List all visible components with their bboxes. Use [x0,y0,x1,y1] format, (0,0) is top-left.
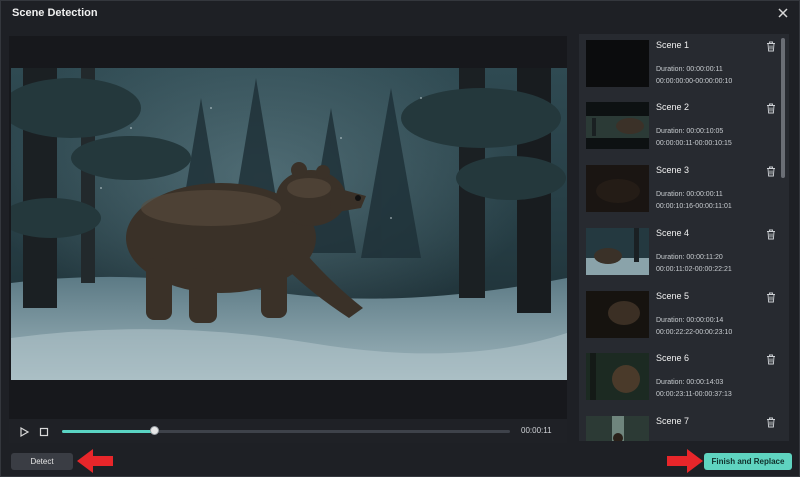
scene-range: 00:00:00:11-00:00:10:15 [656,140,732,147]
scene-duration: Duration: 00:00:11:20 [656,254,723,261]
current-timecode: 00:00:11 [521,426,552,435]
title-bar: Scene Detection [1,1,799,27]
progress-knob[interactable] [149,426,159,435]
scene-item[interactable]: Scene 2 Duration: 00:00:10:05 00:00:00:1… [579,96,779,158]
scene-thumbnail [586,40,649,87]
scene-name: Scene 2 [656,102,690,112]
scene-name: Scene 1 [656,40,690,50]
scene-duration: Duration: 00:00:00:14 [656,317,724,324]
red-arrow-icon [77,449,113,473]
close-icon[interactable] [776,6,790,20]
scene-thumbnail [586,353,649,400]
scene-thumbnail [586,165,649,212]
scene-list: Scene 1 Duration: 00:00:00:11 00:00:00:0… [579,34,789,441]
scene-name: Scene 7 [656,416,690,426]
scene-thumbnail [586,102,649,149]
scene-range: 00:00:22:22-00:00:23:10 [656,329,733,336]
scene-name: Scene 4 [656,228,690,238]
scene-duration: Duration: 00:00:14:03 [656,379,724,386]
scene-thumbnail [586,228,649,275]
detect-button[interactable]: Detect [11,453,73,470]
dialog-title: Scene Detection [12,7,98,19]
scene-thumbnail [586,291,649,338]
scene-detection-dialog: Scene Detection 00:00:11 Scene 1 Duratio… [0,0,800,477]
trash-icon[interactable] [766,415,776,428]
play-icon[interactable] [18,425,30,438]
trash-icon[interactable] [766,39,776,52]
trash-icon[interactable] [766,101,776,114]
scene-item[interactable]: Scene 4 Duration: 00:00:11:20 00:00:11:0… [579,222,779,284]
trash-icon[interactable] [766,352,776,365]
trash-icon[interactable] [766,164,776,177]
video-preview [11,68,567,380]
stop-icon[interactable] [38,425,50,437]
playback-progress-bar[interactable] [62,426,510,435]
trash-icon[interactable] [766,290,776,303]
scene-duration: Duration: 00:00:10:05 [656,128,724,135]
scene-item[interactable]: Scene 7 [579,410,779,441]
scene-item[interactable]: Scene 5 Duration: 00:00:00:14 00:00:22:2… [579,285,779,347]
scene-duration: Duration: 00:00:00:11 [656,191,723,198]
scene-item[interactable]: Scene 6 Duration: 00:00:14:03 00:00:23:1… [579,347,779,409]
scene-name: Scene 6 [656,353,690,363]
scene-thumbnail [586,416,649,441]
scene-range: 00:00:10:16-00:00:11:01 [656,203,732,210]
red-arrow-icon [667,449,703,473]
scene-list-scrollbar[interactable] [781,38,785,178]
scene-name: Scene 3 [656,165,690,175]
progress-fill [62,430,154,433]
scene-range: 00:00:00:00-00:00:00:10 [656,78,733,85]
scene-range: 00:00:23:11-00:00:37:13 [656,391,732,398]
scene-name: Scene 5 [656,291,690,301]
scene-item[interactable]: Scene 1 Duration: 00:00:00:11 00:00:00:0… [579,34,779,96]
scene-item[interactable]: Scene 3 Duration: 00:00:00:11 00:00:10:1… [579,159,779,221]
trash-icon[interactable] [766,227,776,240]
scene-range: 00:00:11:02-00:00:22:21 [656,266,732,273]
video-player: 00:00:11 [9,36,567,443]
scene-duration: Duration: 00:00:00:11 [656,66,723,73]
finish-and-replace-button[interactable]: Finish and Replace [704,453,792,470]
playback-controls: 00:00:11 [9,419,567,443]
